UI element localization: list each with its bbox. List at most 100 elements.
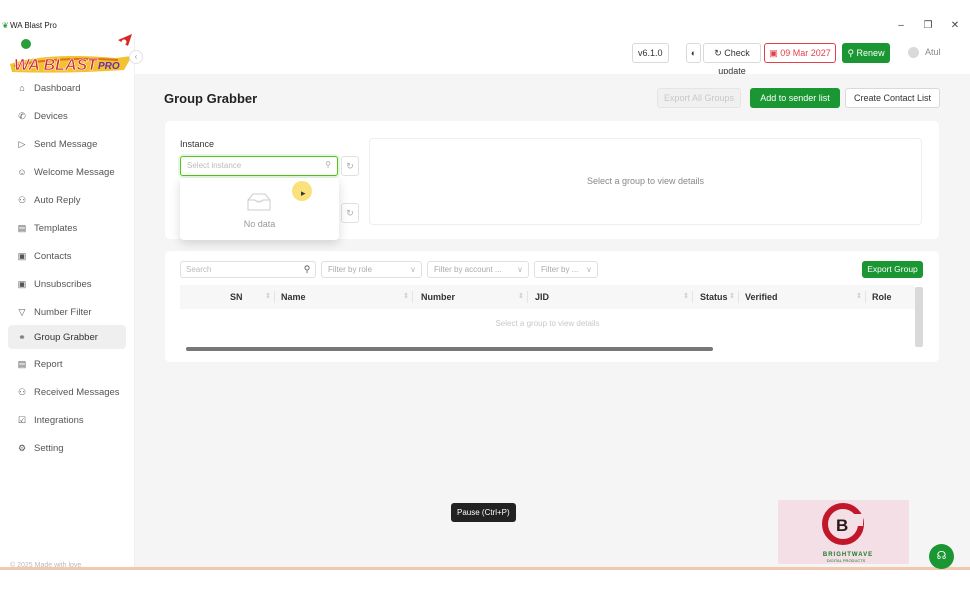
sort-icon[interactable]: ⇕ — [403, 292, 409, 300]
column-header-verified[interactable]: Verified — [745, 292, 778, 302]
column-header-name[interactable]: Name — [281, 292, 306, 302]
brightwave-logo: B — [822, 503, 864, 545]
file-icon: ▤ — [17, 222, 27, 233]
sidebar-item-label: Integrations — [34, 414, 84, 426]
search-placeholder: Search — [186, 265, 212, 274]
add-to-sender-list-button[interactable]: Add to sender list — [750, 88, 840, 108]
sidebar-item-dashboard[interactable]: ⌂ Dashboard — [8, 76, 126, 100]
window-titlebar: ❦ WA Blast Pro – ❐ ✕ — [0, 20, 970, 34]
sidebar-item-send-message[interactable]: ▷ Send Message — [8, 132, 126, 156]
instance-placeholder: Select instance — [187, 161, 242, 170]
calendar-icon: ▣ — [769, 48, 778, 58]
sidebar-item-welcome-message[interactable]: ☺ Welcome Message — [8, 160, 126, 184]
key-icon: ⚲ — [847, 48, 855, 58]
filter-other-select[interactable]: Filter by ... ∨ — [534, 261, 598, 278]
instance-select[interactable]: Select instance ⚲ — [180, 156, 338, 176]
sort-icon[interactable]: ⇕ — [518, 292, 524, 300]
sidebar-item-number-filter[interactable]: ▽ Number Filter — [8, 300, 126, 324]
sidebar-item-label: Auto Reply — [34, 194, 81, 206]
table-empty-message: Select a group to view details — [495, 319, 600, 328]
bottom-bar — [0, 570, 970, 600]
expiry-date-label: 09 Mar 2027 — [780, 48, 831, 58]
wa-blast-pro-logo: WA BLAST PRO — [10, 34, 132, 74]
instance-label: Instance — [180, 139, 215, 149]
send-icon: ▷ — [18, 138, 26, 149]
column-divider — [865, 291, 866, 303]
filter-icon: ▽ — [18, 306, 26, 317]
renew-label: Renew — [856, 48, 885, 58]
column-header-status[interactable]: Status — [700, 292, 728, 302]
filter-account-select[interactable]: Filter by account ... ∨ — [427, 261, 529, 278]
refresh-instance-button[interactable]: ↻ — [341, 156, 359, 176]
message-icon: ⚇ — [17, 386, 27, 397]
close-button[interactable]: ✕ — [948, 20, 962, 31]
column-divider — [412, 291, 413, 303]
sidebar-item-label: Setting — [34, 442, 64, 454]
sidebar: WA BLAST PRO ⌂ Dashboard ✆ Devices ▷ Sen… — [0, 34, 135, 569]
user-name: Atul — [925, 47, 941, 57]
window-title: WA Blast Pro — [10, 21, 57, 30]
contacts-icon: ▣ — [17, 278, 27, 289]
chevron-down-icon: ∨ — [586, 265, 592, 274]
whatsapp-icon: ✆ — [18, 110, 26, 121]
avatar — [908, 47, 919, 59]
table-header: SN ⇕ Name ⇕ Number ⇕ JID ⇕ Status ⇕ Veri… — [180, 285, 915, 309]
brightwave-watermark: B BRIGHTWAVE DIGITAL PRODUCTS — [778, 500, 909, 564]
search-input[interactable]: Search — [180, 261, 316, 278]
gear-icon: ⚙ — [17, 442, 27, 453]
search-icon: ⚲ — [325, 160, 331, 169]
contacts-icon: ▣ — [17, 250, 27, 261]
search-icon: ⚲ — [303, 264, 311, 274]
version-badge: v6.1.0 — [632, 43, 669, 63]
sidebar-item-group-grabber[interactable]: ⚭ Group Grabber — [8, 325, 126, 349]
sidebar-item-label: Send Message — [34, 138, 98, 150]
renew-button[interactable]: ⚲ Renew — [842, 43, 890, 63]
column-divider — [738, 291, 739, 303]
sidebar-item-setting[interactable]: ⚙ Setting — [8, 436, 126, 460]
sidebar-collapse-button[interactable]: ‹ — [129, 50, 143, 64]
home-icon: ⌂ — [19, 83, 25, 93]
sidebar-item-integrations[interactable]: ☑ Integrations — [8, 408, 126, 432]
sidebar-item-contacts[interactable]: ▣ Contacts — [8, 244, 126, 268]
search-button[interactable]: ⚲ — [298, 261, 316, 278]
column-header-jid[interactable]: JID — [535, 292, 549, 302]
sidebar-item-auto-reply[interactable]: ⚇ Auto Reply — [8, 188, 126, 212]
refresh-group-button[interactable]: ↻ — [341, 203, 359, 223]
refresh-icon: ↻ — [714, 48, 722, 58]
filter-role-select[interactable]: Filter by role ∨ — [321, 261, 422, 278]
column-header-number[interactable]: Number — [421, 292, 455, 302]
vertical-scrollbar[interactable] — [915, 287, 923, 347]
export-all-groups-button[interactable]: Export All Groups — [657, 88, 741, 108]
check-update-label: Check update — [718, 48, 750, 76]
column-divider — [527, 291, 528, 303]
horizontal-scrollbar[interactable] — [186, 347, 713, 351]
export-group-button[interactable]: Export Group — [862, 261, 923, 278]
column-header-role[interactable]: Role — [872, 292, 892, 302]
sort-icon[interactable]: ⇕ — [265, 292, 271, 300]
column-header-sn[interactable]: SN — [230, 292, 243, 302]
create-contact-list-button[interactable]: Create Contact List — [845, 88, 940, 108]
sidebar-item-label: Templates — [34, 222, 78, 234]
minimize-button[interactable]: – — [894, 20, 908, 31]
check-update-button[interactable]: ↻ Check update — [703, 43, 761, 76]
sort-icon[interactable]: ⇕ — [683, 292, 689, 300]
sidebar-item-templates[interactable]: ▤ Templates — [8, 216, 126, 240]
maximize-button[interactable]: ❐ — [921, 20, 935, 31]
sidebar-item-unsubscribes[interactable]: ▣ Unsubscribes — [8, 272, 126, 296]
svg-text:PRO: PRO — [98, 61, 120, 72]
theme-toggle-button[interactable]: ◐ — [686, 43, 701, 63]
sidebar-item-devices[interactable]: ✆ Devices — [8, 104, 126, 128]
robot-icon: ⚇ — [17, 194, 27, 205]
mouse-pointer-icon: ▸ — [301, 188, 306, 198]
sort-icon[interactable]: ⇕ — [856, 292, 862, 300]
sort-icon[interactable]: ⇕ — [729, 292, 735, 300]
top-bar: v6.1.0 ◐ ↻ Check update ▣ 09 Mar 2027 ⚲ … — [135, 34, 970, 76]
no-data-text: No data — [243, 219, 276, 229]
expiry-date-button[interactable]: ▣ 09 Mar 2027 — [764, 43, 836, 63]
column-divider — [274, 291, 275, 303]
sidebar-item-received-messages[interactable]: ⚇ Received Messages — [8, 380, 126, 404]
user-menu[interactable]: Atul — [908, 47, 941, 59]
sidebar-item-report[interactable]: ▤ Report — [8, 352, 126, 376]
headset-icon: ☊ — [936, 550, 947, 562]
support-button[interactable]: ☊ — [929, 544, 954, 569]
